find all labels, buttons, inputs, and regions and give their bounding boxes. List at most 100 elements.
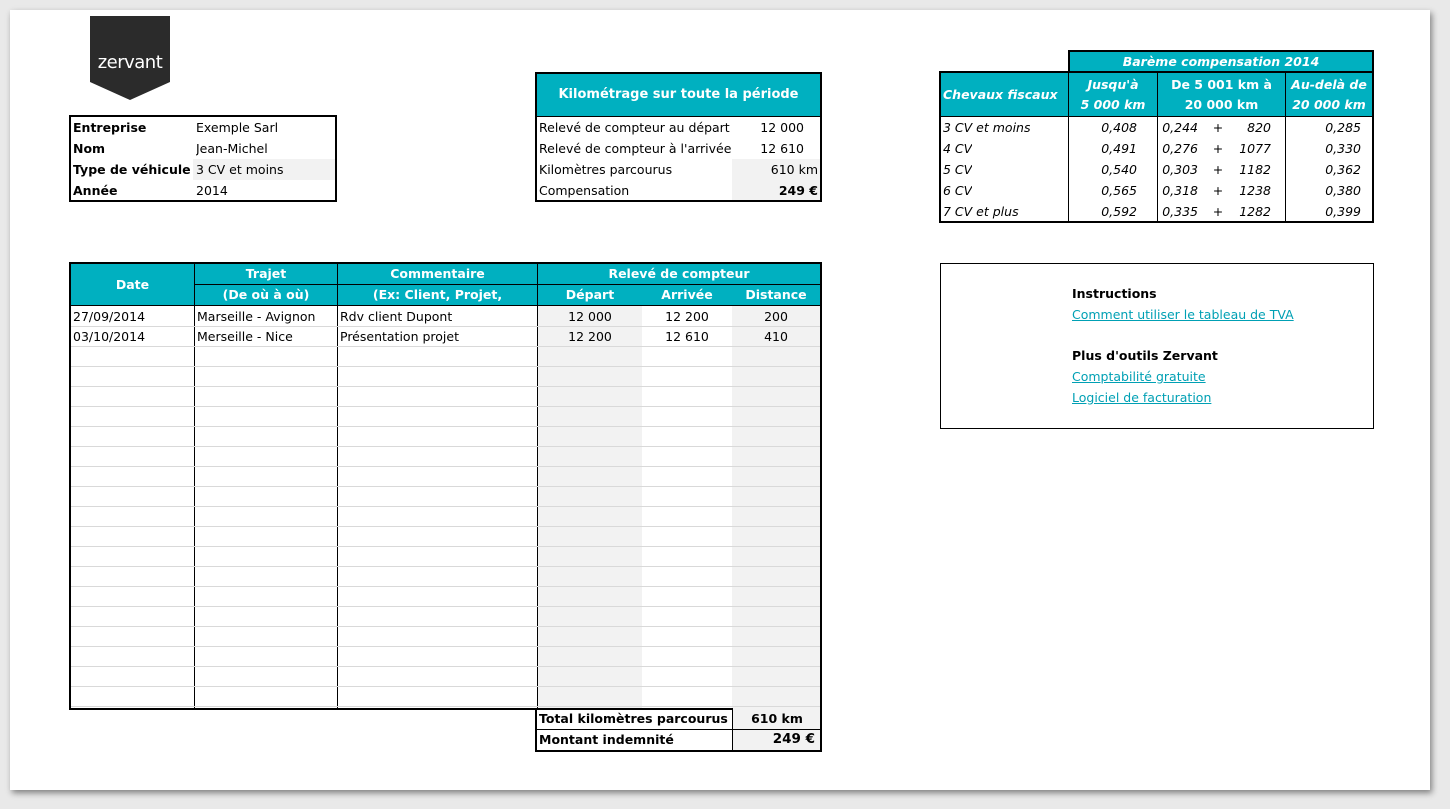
bareme-cv: 3 CV et moins <box>943 120 1031 135</box>
bareme-c: 1077 <box>1239 141 1271 156</box>
link-facturation[interactable]: Logiciel de facturation <box>1072 390 1211 405</box>
info-row-nom: Nom Jean-Michel <box>71 138 335 159</box>
bareme-b: 0,303 <box>1162 162 1198 177</box>
bareme-col2-line1: De 5 001 km à <box>1171 77 1272 92</box>
bareme-row: 6 CV 0,565 0,318 + 1238 0,380 <box>941 180 1372 201</box>
bareme-row: 7 CV et plus 0,592 0,335 + 1282 0,399 <box>941 201 1372 222</box>
info-value[interactable]: 3 CV et moins <box>196 159 283 180</box>
bareme-b: 0,335 <box>1162 204 1198 219</box>
cell-commentaire[interactable]: Présentation projet <box>340 326 459 347</box>
total-amount-label: Montant indemnité <box>539 732 674 747</box>
bareme-b: 0,318 <box>1162 183 1198 198</box>
cell-commentaire[interactable]: Rdv client Dupont <box>340 306 452 327</box>
instructions-title: Instructions <box>1072 286 1157 301</box>
cell-trajet[interactable]: Merseille - Nice <box>197 326 293 347</box>
link-tva-guide[interactable]: Comment utiliser le tableau de TVA <box>1072 307 1294 322</box>
bareme-plus: + <box>1212 162 1224 177</box>
grid-line <box>71 506 820 507</box>
table-row[interactable]: 03/10/2014 Merseille - Nice Présentation… <box>71 326 820 347</box>
grid-line <box>71 446 820 447</box>
table-row[interactable]: 27/09/2014 Marseille - Avignon Rdv clien… <box>71 306 820 327</box>
info-value[interactable]: Jean-Michel <box>196 138 268 159</box>
bareme-b: 0,244 <box>1162 120 1198 135</box>
header-arrivee: Arrivée <box>642 285 732 305</box>
bareme-a: 0,408 <box>1101 120 1137 135</box>
grid-line <box>71 366 820 367</box>
trip-log-table: Date Trajet (De où à où) Commentaire (Ex… <box>69 262 822 710</box>
instructions-box: Instructions Comment utiliser le tableau… <box>940 263 1374 429</box>
cell-trajet[interactable]: Marseille - Avignon <box>197 306 315 327</box>
header-distance: Distance <box>732 285 820 305</box>
kilometrage-value: 12 610 <box>760 141 804 156</box>
kilometrage-value: 610 km <box>770 162 818 177</box>
bareme-d: 0,399 <box>1325 204 1361 219</box>
cell-depart[interactable]: 12 000 <box>538 306 642 327</box>
tools-title: Plus d'outils Zervant <box>1072 348 1218 363</box>
grid-line <box>71 626 820 627</box>
info-value[interactable]: Exemple Sarl <box>196 117 278 138</box>
totals-table: Total kilomètres parcourus 610 km Montan… <box>535 708 822 752</box>
bareme-a: 0,592 <box>1101 204 1137 219</box>
grid-line <box>71 566 820 567</box>
bareme-d: 0,362 <box>1325 162 1361 177</box>
grid-line <box>71 646 820 647</box>
total-amount-value: 249 € <box>772 731 815 747</box>
kilometrage-row: Relevé de compteur à l'arrivée 12 610 <box>537 138 820 159</box>
bareme-d: 0,330 <box>1325 141 1361 156</box>
total-km-row: Total kilomètres parcourus 610 km <box>537 708 820 729</box>
kilometrage-label: Compensation <box>539 183 630 198</box>
bareme-cv: 5 CV <box>943 162 973 177</box>
bareme-row: 5 CV 0,540 0,303 + 1182 0,362 <box>941 159 1372 180</box>
kilometrage-value: 249 € <box>778 183 818 198</box>
bareme-c: 1238 <box>1239 183 1271 198</box>
cell-date[interactable]: 27/09/2014 <box>73 306 145 327</box>
grid-line <box>71 666 820 667</box>
grid-line <box>71 606 820 607</box>
bareme-a: 0,565 <box>1101 183 1137 198</box>
bareme-a: 0,540 <box>1101 162 1137 177</box>
grid-line <box>71 486 820 487</box>
kilometrage-row: Relevé de compteur au départ 12 000 <box>537 117 820 138</box>
bareme-table: Chevaux fiscaux Jusqu'à 5 000 km De 5 00… <box>939 71 1374 223</box>
info-label: Année <box>73 183 118 198</box>
grid-line <box>71 686 820 687</box>
cell-depart[interactable]: 12 200 <box>538 326 642 347</box>
cell-distance: 410 <box>764 329 788 344</box>
info-label: Type de véhicule <box>73 162 191 177</box>
bareme-c: 1182 <box>1239 162 1271 177</box>
kilometrage-row: Compensation 249 € <box>537 180 820 201</box>
info-label: Entreprise <box>73 120 147 135</box>
bareme-plus: + <box>1212 183 1224 198</box>
kilometrage-label: Relevé de compteur à l'arrivée <box>539 141 732 156</box>
kilometrage-row: Kilomètres parcourus 610 km <box>537 159 820 180</box>
bareme-col2-line2: 20 000 km <box>1184 97 1259 112</box>
grid-line <box>71 466 820 467</box>
bareme-d: 0,285 <box>1325 120 1361 135</box>
header-trajet: Trajet <box>195 264 337 284</box>
grid-line <box>71 706 820 707</box>
kilometrage-label: Kilomètres parcourus <box>539 162 673 177</box>
bareme-col1-line2: 5 000 km <box>1080 97 1146 112</box>
kilometrage-label: Relevé de compteur au départ <box>539 120 730 135</box>
header-commentaire: Commentaire <box>338 264 537 284</box>
bareme-row: 3 CV et moins 0,408 0,244 + 820 0,285 <box>941 117 1372 138</box>
bareme-cv: 6 CV <box>943 183 973 198</box>
bareme-cv: 4 CV <box>943 141 973 156</box>
link-comptabilite[interactable]: Comptabilité gratuite <box>1072 369 1206 384</box>
bareme-plus: + <box>1212 141 1224 156</box>
info-value[interactable]: 2014 <box>196 180 228 201</box>
cell-distance: 200 <box>764 309 788 324</box>
logo-text: zervant <box>97 52 163 73</box>
bareme-plus: + <box>1212 204 1224 219</box>
cell-date[interactable]: 03/10/2014 <box>73 326 145 347</box>
bareme-col-cv: Chevaux fiscaux <box>943 73 1058 116</box>
grid-line <box>71 426 820 427</box>
grid-line <box>71 546 820 547</box>
bareme-a: 0,491 <box>1101 141 1137 156</box>
spreadsheet-sheet: zervant Entreprise Exemple Sarl Nom Jean… <box>10 10 1430 790</box>
grid-line <box>71 386 820 387</box>
header-releve: Relevé de compteur <box>538 264 820 284</box>
cell-arrivee[interactable]: 12 610 <box>642 326 732 347</box>
cell-arrivee[interactable]: 12 200 <box>642 306 732 327</box>
kilometrage-summary: Kilométrage sur toute la période Relevé … <box>535 72 822 202</box>
